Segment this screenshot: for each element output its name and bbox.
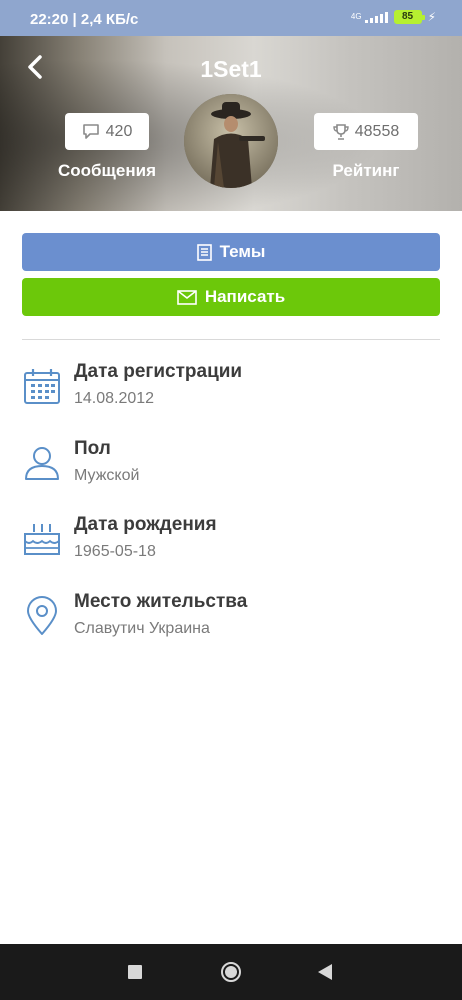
triangle-back-icon: [318, 964, 332, 980]
speech-bubble-icon: [82, 124, 99, 139]
messages-count-box[interactable]: 420: [65, 113, 149, 150]
home-button[interactable]: [217, 958, 245, 986]
divider: [22, 339, 440, 340]
info-label: Дата регистрации: [74, 361, 243, 382]
location-pin-icon: [22, 595, 62, 637]
info-value: Мужской: [74, 467, 140, 484]
profile-header: 1Set1 420 Сообщения 48558 Рейтинг: [0, 36, 462, 211]
write-button-label: Написать: [204, 287, 286, 306]
info-item-registration-date: Дата регистрации 14.08.2012: [22, 361, 440, 421]
rating-count-box[interactable]: 48558: [314, 113, 418, 150]
info-value: 14.08.2012: [74, 390, 155, 407]
person-icon: [22, 442, 62, 484]
status-indicators: 4G 85 ⚡: [351, 10, 436, 24]
avatar[interactable]: [184, 94, 278, 188]
square-icon: [128, 965, 142, 979]
battery-level: 85: [402, 11, 414, 22]
signal-icon: [364, 11, 388, 23]
info-item-gender: Пол Мужской: [22, 438, 440, 498]
info-label: Пол: [74, 438, 111, 459]
topics-button[interactable]: Темы: [22, 233, 440, 271]
battery-icon: 85: [393, 10, 425, 24]
charging-icon: ⚡: [427, 10, 436, 24]
info-item-birth-date: Дата рождения 1965-05-18: [22, 514, 440, 574]
page-title: 1Set1: [200, 56, 262, 82]
topics-button-label: Темы: [219, 242, 266, 261]
system-nav-bar: [0, 944, 462, 1000]
info-value: Славутич Украина: [74, 620, 210, 637]
document-icon: [196, 243, 212, 261]
network-type: 4G: [350, 12, 362, 21]
recent-apps-button[interactable]: [121, 958, 149, 986]
info-item-residence: Место жительства Славутич Украина: [22, 591, 440, 651]
rating-label: Рейтинг: [332, 161, 400, 180]
rating-count: 48558: [354, 122, 400, 140]
back-nav-button[interactable]: [311, 958, 339, 986]
birthday-cake-icon: [22, 518, 62, 560]
status-time: 22:20 | 2,4 КБ/с: [30, 11, 139, 28]
messages-label: Сообщения: [58, 161, 156, 180]
info-label: Место жительства: [74, 591, 248, 612]
calendar-icon: [22, 365, 62, 407]
avatar-image: [184, 94, 278, 188]
status-bar: 22:20 | 2,4 КБ/с 4G 85 ⚡: [0, 0, 462, 36]
info-label: Дата рождения: [74, 514, 217, 535]
messages-count: 420: [105, 122, 133, 140]
trophy-icon: [333, 123, 349, 140]
envelope-icon: [177, 289, 197, 305]
write-button[interactable]: Написать: [22, 278, 440, 316]
circle-icon: [221, 962, 241, 982]
info-value: 1965-05-18: [74, 543, 156, 560]
